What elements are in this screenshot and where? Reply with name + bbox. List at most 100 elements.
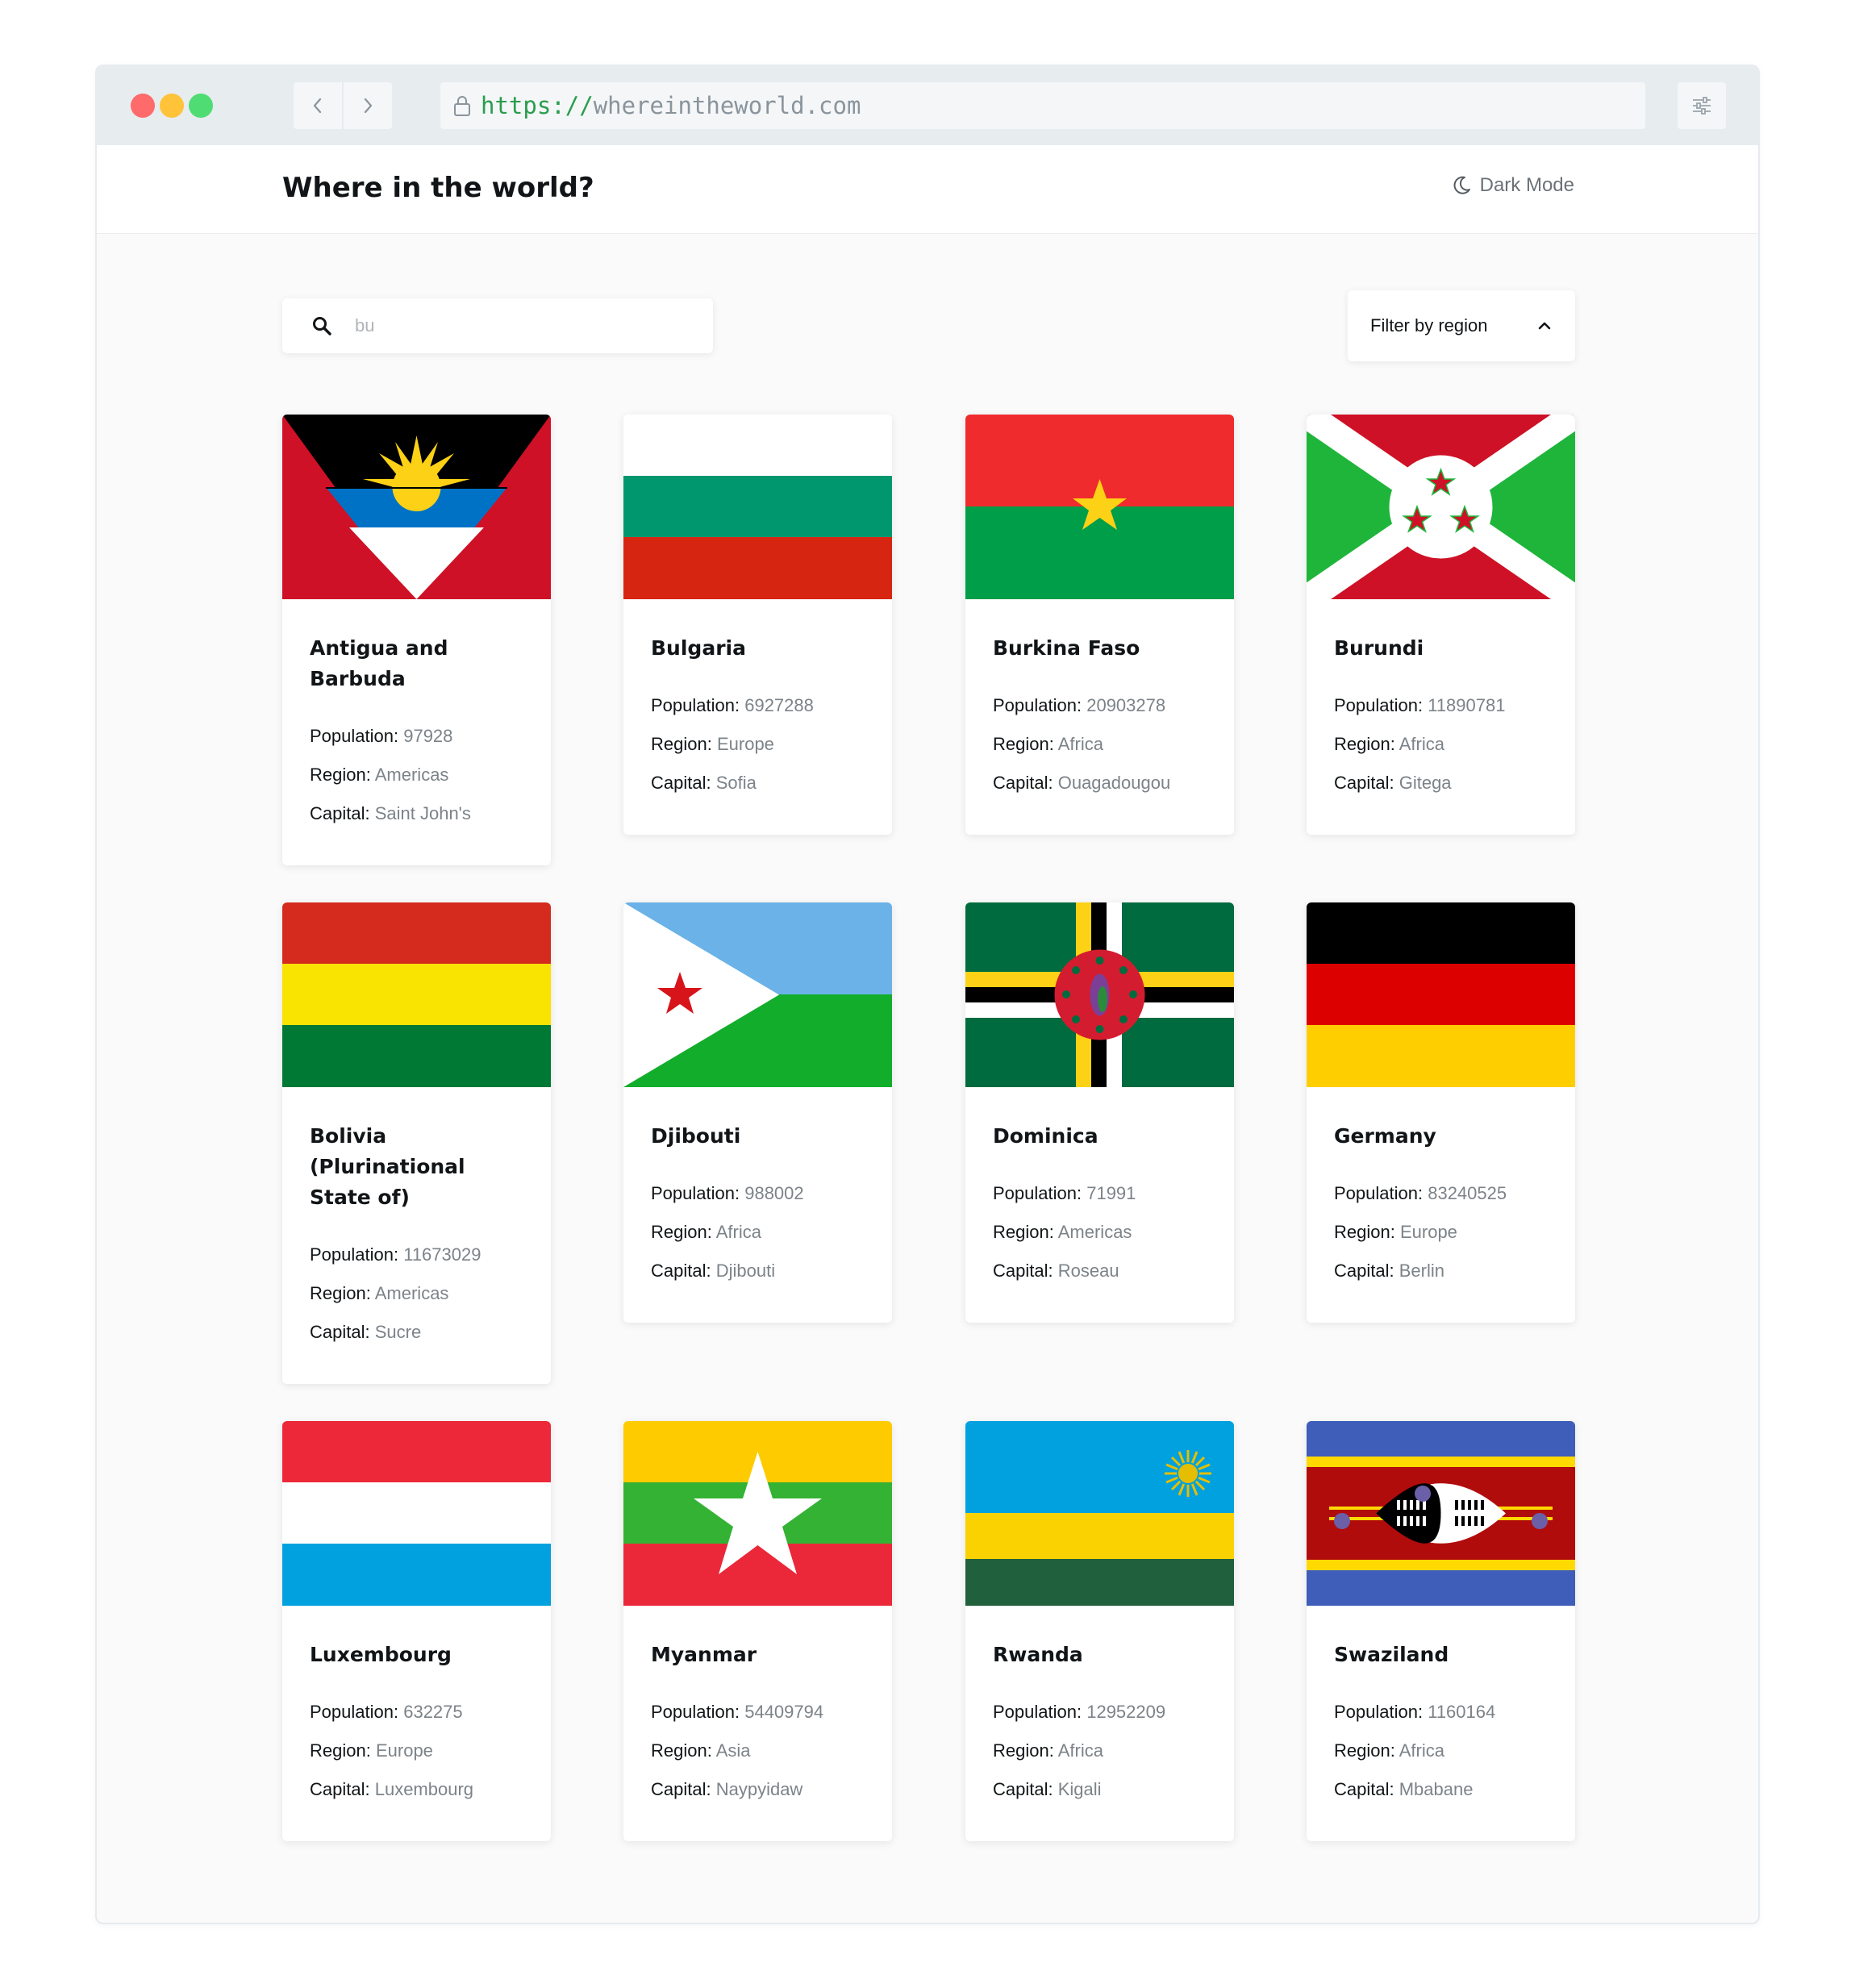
population-label: Population: bbox=[651, 695, 740, 715]
search-box[interactable] bbox=[282, 298, 713, 353]
country-card[interactable]: Burundi Population: 11890781 Region: Afr… bbox=[1307, 415, 1575, 835]
country-card[interactable]: Dominica Population: 71991 Region: Ameri… bbox=[965, 902, 1234, 1323]
antigua-and-barbuda-flag bbox=[282, 415, 551, 599]
dominica-flag bbox=[965, 902, 1234, 1087]
region-label: Region: bbox=[993, 734, 1054, 754]
forward-button[interactable] bbox=[344, 82, 392, 129]
capital-value: Luxembourg bbox=[374, 1779, 474, 1799]
region-label: Region: bbox=[651, 1222, 712, 1242]
region-label: Region: bbox=[1334, 1222, 1395, 1242]
region-label: Region: bbox=[310, 1283, 371, 1303]
population-value: 20903278 bbox=[1086, 695, 1166, 715]
population-row: Population: 97928 bbox=[310, 717, 523, 756]
card-body: Antigua and Barbuda Population: 97928 Re… bbox=[282, 599, 551, 865]
country-card[interactable]: Myanmar Population: 54409794 Region: Asi… bbox=[623, 1421, 892, 1841]
region-value: Africa bbox=[1399, 1740, 1444, 1761]
population-row: Population: 11890781 bbox=[1334, 686, 1548, 725]
rwanda-flag bbox=[965, 1421, 1234, 1606]
capital-value: Roseau bbox=[1057, 1261, 1119, 1281]
card-body: Burundi Population: 11890781 Region: Afr… bbox=[1307, 599, 1575, 835]
region-value: Europe bbox=[1399, 1222, 1457, 1242]
card-body: Bulgaria Population: 6927288 Region: Eur… bbox=[623, 599, 892, 835]
sliders-icon bbox=[1693, 97, 1711, 115]
country-card[interactable]: Germany Population: 83240525 Region: Eur… bbox=[1307, 902, 1575, 1323]
population-value: 632275 bbox=[403, 1702, 463, 1722]
region-label: Region: bbox=[310, 765, 371, 785]
capital-label: Capital: bbox=[310, 1322, 370, 1342]
country-name: Burundi bbox=[1334, 636, 1424, 660]
population-label: Population: bbox=[993, 695, 1082, 715]
back-button[interactable] bbox=[294, 82, 342, 129]
card-body: Bolivia (Plurinational State of) Populat… bbox=[282, 1087, 551, 1384]
country-name: Antigua and Barbuda bbox=[310, 636, 448, 690]
region-value: Africa bbox=[1057, 1740, 1103, 1761]
population-label: Population: bbox=[1334, 1702, 1424, 1722]
population-value: 97928 bbox=[403, 726, 453, 746]
capital-row: Capital: Gitega bbox=[1334, 764, 1548, 802]
country-card[interactable]: Swaziland Population: 1160164 Region: Af… bbox=[1307, 1421, 1575, 1841]
capital-label: Capital: bbox=[1334, 1779, 1394, 1799]
population-value: 54409794 bbox=[744, 1702, 824, 1722]
capital-row: Capital: Mbabane bbox=[1334, 1770, 1548, 1809]
region-label: Region: bbox=[1334, 734, 1395, 754]
population-value: 12952209 bbox=[1086, 1702, 1166, 1722]
browser-window: https://whereintheworld.com Where in the… bbox=[95, 65, 1760, 1924]
capital-row: Capital: Saint John's bbox=[310, 794, 523, 833]
filter-label: Filter by region bbox=[1370, 315, 1488, 336]
address-bar[interactable]: https://whereintheworld.com bbox=[440, 82, 1645, 129]
population-row: Population: 1160164 bbox=[1334, 1693, 1548, 1732]
capital-row: Capital: Kigali bbox=[993, 1770, 1207, 1809]
region-row: Region: Europe bbox=[310, 1732, 523, 1770]
population-row: Population: 6927288 bbox=[651, 686, 865, 725]
country-name: Dominica bbox=[993, 1124, 1098, 1148]
population-label: Population: bbox=[1334, 1183, 1424, 1203]
capital-label: Capital: bbox=[993, 773, 1053, 793]
page-title: Where in the world? bbox=[282, 172, 594, 204]
region-filter-dropdown[interactable]: Filter by region bbox=[1348, 290, 1575, 361]
country-card[interactable]: Antigua and Barbuda Population: 97928 Re… bbox=[282, 415, 551, 865]
region-value: Europe bbox=[375, 1740, 433, 1761]
minimize-window-button[interactable] bbox=[160, 94, 184, 118]
country-name: Burkina Faso bbox=[993, 636, 1140, 660]
region-row: Region: Americas bbox=[993, 1213, 1207, 1252]
maximize-window-button[interactable] bbox=[189, 94, 213, 118]
capital-value: Gitega bbox=[1399, 773, 1452, 793]
population-label: Population: bbox=[993, 1183, 1082, 1203]
chevron-left-icon bbox=[313, 98, 322, 114]
country-card[interactable]: Bolivia (Plurinational State of) Populat… bbox=[282, 902, 551, 1384]
region-label: Region: bbox=[993, 1222, 1054, 1242]
region-value: Americas bbox=[1057, 1222, 1132, 1242]
country-card[interactable]: Rwanda Population: 12952209 Region: Afri… bbox=[965, 1421, 1234, 1841]
country-card[interactable]: Burkina Faso Population: 20903278 Region… bbox=[965, 415, 1234, 835]
population-label: Population: bbox=[1334, 695, 1424, 715]
population-value: 988002 bbox=[744, 1183, 804, 1203]
region-value: Africa bbox=[1057, 734, 1103, 754]
population-label: Population: bbox=[993, 1702, 1082, 1722]
capital-value: Mbabane bbox=[1399, 1779, 1474, 1799]
population-value: 83240525 bbox=[1428, 1183, 1507, 1203]
capital-label: Capital: bbox=[1334, 1261, 1394, 1281]
close-window-button[interactable] bbox=[131, 94, 155, 118]
card-body: Swaziland Population: 1160164 Region: Af… bbox=[1307, 1606, 1575, 1841]
search-input[interactable] bbox=[355, 315, 661, 336]
capital-value: Sucre bbox=[374, 1322, 422, 1342]
region-row: Region: Americas bbox=[310, 1274, 523, 1313]
population-value: 11890781 bbox=[1428, 695, 1506, 715]
region-label: Region: bbox=[993, 1740, 1054, 1761]
country-card[interactable]: Luxembourg Population: 632275 Region: Eu… bbox=[282, 1421, 551, 1841]
dark-mode-toggle[interactable]: Dark Mode bbox=[1453, 174, 1574, 197]
region-label: Region: bbox=[651, 1740, 712, 1761]
region-value: Africa bbox=[715, 1222, 761, 1242]
country-name: Germany bbox=[1334, 1124, 1436, 1148]
population-row: Population: 71991 bbox=[993, 1174, 1207, 1213]
region-label: Region: bbox=[1334, 1740, 1395, 1761]
browser-settings-button[interactable] bbox=[1678, 82, 1726, 129]
capital-label: Capital: bbox=[993, 1779, 1053, 1799]
capital-row: Capital: Ouagadougou bbox=[993, 764, 1207, 802]
country-card[interactable]: Bulgaria Population: 6927288 Region: Eur… bbox=[623, 415, 892, 835]
card-body: Dominica Population: 71991 Region: Ameri… bbox=[965, 1087, 1234, 1323]
country-card[interactable]: Djibouti Population: 988002 Region: Afri… bbox=[623, 902, 892, 1323]
capital-value: Berlin bbox=[1399, 1261, 1444, 1281]
region-row: Region: Africa bbox=[651, 1213, 865, 1252]
country-name: Djibouti bbox=[651, 1124, 741, 1148]
